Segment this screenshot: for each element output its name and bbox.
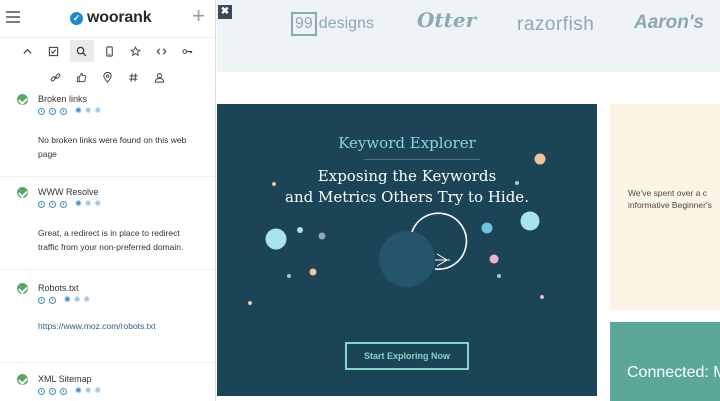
dot-icon (38, 296, 45, 304)
criteria-dots: ✺ ✺ ✺ (38, 387, 104, 395)
aarons-logo: Aaron's (634, 12, 704, 33)
99designs-logo: 99 designs (291, 12, 374, 36)
sidebar-topbar: ✓ woorank + (0, 0, 215, 38)
check-icon (17, 94, 28, 105)
planet-dot (540, 295, 544, 299)
robots-txt-link[interactable]: https://www.moz.com/robots.txt (38, 319, 198, 333)
criteria-dots: ✺ ✺ ✺ (38, 200, 104, 208)
check-icon (17, 374, 28, 385)
planet-dot (481, 222, 493, 234)
audit-item-title: Broken links (38, 94, 88, 104)
connected-card: Connected: M (610, 322, 720, 401)
gear-icon: ✺ (83, 295, 91, 304)
start-exploring-button[interactable]: Start Exploring Now (345, 342, 469, 370)
planet-dot (318, 232, 326, 240)
close-panel-button[interactable]: ✖ (218, 5, 232, 19)
connected-heading: Connected: M (627, 364, 720, 381)
logo-text: designs (318, 15, 374, 32)
planet-dot (287, 274, 291, 278)
gear-icon: ✺ (94, 386, 102, 395)
client-logos-strip: 99 designs Otter razorfish Aaron's (217, 0, 720, 72)
planet-dot (534, 153, 546, 165)
hamburger-menu-icon[interactable] (6, 11, 20, 24)
check-icon (17, 187, 28, 198)
criteria-dots: ✺ ✺ ✺ (38, 296, 93, 304)
dot-icon (60, 107, 67, 115)
dot-icon (60, 387, 67, 395)
hash-icon[interactable] (124, 66, 144, 88)
add-icon[interactable]: + (192, 5, 205, 27)
user-icon[interactable] (150, 66, 170, 88)
guide-line: We've spent over a c (628, 188, 707, 198)
gear-icon: ✺ (75, 199, 82, 208)
planet-dot (520, 211, 540, 231)
gear-icon: ✺ (94, 199, 102, 208)
logo-text: woorank (87, 9, 152, 26)
toolbar-row-1 (0, 40, 215, 66)
divider (0, 362, 215, 363)
dot-icon (49, 296, 56, 304)
logo-box-text: 99 (291, 12, 317, 36)
guide-line: informative Beginner's (628, 200, 712, 210)
dot-icon (49, 387, 56, 395)
planet-dot (309, 268, 317, 276)
divider (0, 269, 215, 270)
dot-icon (38, 200, 45, 208)
gear-icon: ✺ (84, 106, 92, 115)
search-icon[interactable] (69, 40, 94, 62)
star-icon[interactable] (126, 40, 146, 62)
page-content: 99 designs Otter razorfish Aaron's Keywo… (217, 0, 720, 401)
mobile-icon[interactable] (100, 40, 120, 62)
planet-dot (248, 301, 252, 305)
code-icon[interactable] (152, 40, 172, 62)
audit-item-description: Great, a redirect is in place to redirec… (38, 228, 184, 252)
woorank-sidebar: ✓ woorank + Broken links ✺ ✺ ✺ No broken… (0, 0, 216, 401)
link-icon[interactable] (46, 66, 66, 88)
sparkle (435, 253, 450, 267)
guide-description: We've spent over a c informative Beginne… (628, 187, 720, 211)
planet-dot (497, 274, 501, 278)
keyword-explorer-card: Keyword Explorer Exposing the Keywords a… (217, 104, 597, 396)
audit-item-title: Robots.txt (38, 283, 79, 293)
gear-icon: ✺ (75, 106, 82, 115)
toolbar-row-2 (0, 66, 215, 90)
check-icon (17, 283, 28, 294)
audit-item-title: XML Sitemap (38, 374, 92, 384)
divider (0, 176, 215, 177)
criteria-dots: ✺ ✺ ✺ (38, 107, 104, 115)
chevron-up-icon[interactable] (18, 40, 38, 62)
dot-icon (38, 107, 45, 115)
dot-icon (60, 200, 67, 208)
otterbox-logo: Otter (417, 8, 477, 32)
heading-divider (364, 159, 480, 160)
audit-item-description: No broken links were found on this web p… (38, 135, 187, 159)
location-pin-icon[interactable] (98, 66, 118, 88)
dot-icon (49, 200, 56, 208)
key-icon[interactable] (178, 40, 198, 62)
woorank-check-icon: ✓ (70, 11, 83, 25)
razorfish-logo: razorfish (517, 14, 595, 35)
gear-icon: ✺ (75, 386, 82, 395)
dot-icon (49, 107, 56, 115)
gear-icon: ✺ (94, 106, 102, 115)
moon-planet (379, 231, 435, 287)
gear-icon: ✺ (73, 295, 81, 304)
gear-icon: ✺ (64, 295, 71, 304)
gear-icon: ✺ (84, 199, 92, 208)
planet-dot (265, 228, 287, 250)
beginners-guide-card: We've spent over a c informative Beginne… (610, 104, 720, 310)
gear-icon: ✺ (84, 386, 92, 395)
subtitle-line: and Metrics Others Try to Hide. (285, 188, 529, 206)
keyword-explorer-subtitle: Exposing the Keywords and Metrics Others… (217, 166, 597, 208)
subtitle-line: Exposing the Keywords (317, 167, 497, 185)
dot-icon (38, 387, 45, 395)
keyword-explorer-heading: Keyword Explorer (338, 134, 476, 152)
planet-dot (297, 227, 303, 233)
thumbs-up-icon[interactable] (72, 66, 92, 88)
planet-dot (489, 254, 499, 264)
audit-item-title: WWW Resolve (38, 187, 99, 197)
checkbox-icon[interactable] (44, 40, 64, 62)
woorank-logo: ✓ woorank (70, 9, 152, 27)
